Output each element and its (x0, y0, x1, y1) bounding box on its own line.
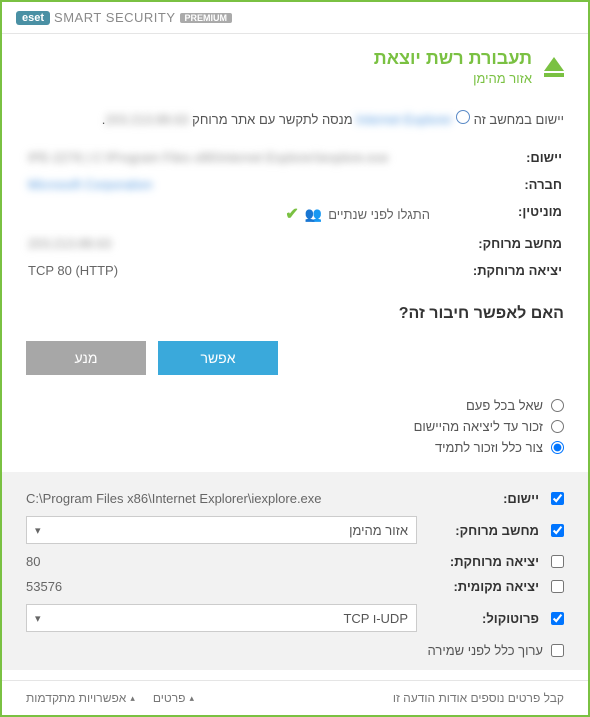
radio-rule-label: צור כלל וזכור לתמיד (435, 440, 543, 455)
radio-remember[interactable]: זכור עד ליציאה מהיישום (26, 416, 564, 437)
label-remote: מחשב מרוחק: (432, 231, 562, 256)
row-reputation: מוניטין: ✔ 👥 התגלו לפני שנתיים (28, 199, 562, 229)
adv-label-lport: יציאה מקומית: (429, 579, 539, 594)
check-icon: ✔ (285, 204, 298, 224)
adv-label-remote: מחשב מרוחק: (429, 523, 539, 538)
brand-smart: SMART (54, 10, 102, 25)
brand-logo: eset SMART SECURITY PREMIUM (16, 10, 232, 25)
radio-rule-input[interactable] (551, 441, 564, 454)
radio-ask-input[interactable] (551, 399, 564, 412)
value-port: TCP 80 (HTTP) (28, 258, 430, 283)
advanced-panel: יישום: C:\Program Files x86\Internet Exp… (2, 472, 588, 670)
info-table: יישום: IPE-2276 | C:\Program Files x86\I… (26, 143, 564, 285)
adv-label-app: יישום: (429, 491, 539, 506)
footer-more-info[interactable]: קבל פרטים נוספים אודות הודעה זו (393, 691, 564, 705)
brand-premium: PREMIUM (180, 13, 233, 23)
adv-row-remote: מחשב מרוחק: ▾ אזור מהימן (26, 511, 564, 549)
row-app: יישום: IPE-2276 | C:\Program Files x86\I… (28, 145, 562, 170)
brand-eset: eset (16, 11, 50, 25)
deny-button[interactable]: מנע (26, 341, 146, 375)
adv-select-remote[interactable]: ▾ אזור מהימן (26, 516, 417, 544)
label-reputation: מוניטין: (432, 199, 562, 229)
chevron-down-icon: ▾ (35, 524, 41, 537)
radio-remember-label: זכור עד ליציאה מהיישום (414, 419, 543, 434)
radio-remember-input[interactable] (551, 420, 564, 433)
value-app: IPE-2276 | C:\Program Files x86\Internet… (28, 150, 388, 165)
globe-icon (456, 110, 470, 124)
radio-group: שאל בכל פעם זכור עד ליציאה מהיישום צור כ… (26, 395, 564, 458)
adv-value-lport: 53576 (26, 579, 417, 594)
footer-details[interactable]: ▴ פרטים (153, 691, 194, 705)
value-remote: 203.213.88.63 (28, 236, 111, 251)
caret-up-icon: ▴ (130, 693, 135, 704)
adv-check-proto[interactable] (551, 612, 564, 625)
row-port: יציאה מרוחקת: TCP 80 (HTTP) (28, 258, 562, 283)
outbound-arrow-icon (544, 57, 564, 77)
adv-label-proto: פרוטוקול: (429, 611, 539, 626)
adv-row-rport: יציאה מרוחקת: 80 (26, 549, 564, 574)
adv-row-lport: יציאה מקומית: 53576 (26, 574, 564, 599)
value-reputation: התגלו לפני שנתיים (328, 207, 430, 222)
title-main: תעבורת רשת יוצאת (374, 48, 532, 69)
footer-details-label: פרטים (153, 691, 186, 705)
adv-label-review: ערוך כלל לפני שמירה (428, 643, 543, 658)
adv-select-proto[interactable]: ▾ TCP ו-UDP (26, 604, 417, 632)
label-app: יישום: (432, 145, 562, 170)
radio-ask[interactable]: שאל בכל פעם (26, 395, 564, 416)
adv-check-remote[interactable] (551, 524, 564, 537)
row-remote: מחשב מרוחק: 203.213.88.63 (28, 231, 562, 256)
title-section: תעבורת רשת יוצאת אזור מהימן (2, 34, 588, 100)
radio-rule[interactable]: צור כלל וזכור לתמיד (26, 437, 564, 458)
desc-prefix: יישום במחשב זה (474, 112, 564, 127)
label-company: חברה: (432, 172, 562, 197)
adv-check-lport[interactable] (551, 580, 564, 593)
caret-up-icon: ▴ (189, 693, 194, 704)
adv-value-remote: אזור מהימן (349, 523, 408, 538)
description: יישום במחשב זה Internet Explorer מנסה לת… (26, 110, 564, 127)
question-text: האם לאפשר חיבור זה? (26, 305, 564, 323)
footer-advanced-label: אפשרויות מתקדמות (26, 691, 126, 705)
desc-app: Internet Explorer (356, 112, 452, 127)
adv-value-proto: TCP ו-UDP (343, 611, 408, 626)
value-company: Microsoft Corporation (28, 177, 152, 192)
brand-security: SECURITY (106, 10, 176, 25)
adv-row-review: ערוך כלל לפני שמירה (26, 637, 564, 662)
adv-check-review[interactable] (551, 644, 564, 657)
adv-check-app[interactable] (551, 492, 564, 505)
allow-button[interactable]: אפשר (158, 341, 278, 375)
label-port: יציאה מרוחקת: (432, 258, 562, 283)
adv-check-rport[interactable] (551, 555, 564, 568)
desc-addr: 203.213.88.63 (105, 112, 188, 127)
adv-value-app: C:\Program Files x86\Internet Explorer\i… (26, 491, 322, 506)
adv-row-proto: פרוטוקול: ▾ TCP ו-UDP (26, 599, 564, 637)
adv-label-rport: יציאה מרוחקת: (429, 554, 539, 569)
people-icon: 👥 (305, 206, 322, 223)
chevron-down-icon: ▾ (35, 612, 41, 625)
adv-value-rport: 80 (26, 554, 417, 569)
radio-ask-label: שאל בכל פעם (466, 398, 543, 413)
button-row: אפשר מנע (26, 341, 564, 375)
row-company: חברה: Microsoft Corporation (28, 172, 562, 197)
window-header: eset SMART SECURITY PREMIUM (2, 2, 588, 34)
desc-mid: מנסה לתקשר עם אתר מרוחק (192, 112, 352, 127)
footer-advanced[interactable]: ▴ אפשרויות מתקדמות (26, 691, 135, 705)
adv-row-app: יישום: C:\Program Files x86\Internet Exp… (26, 486, 564, 511)
title-sub: אזור מהימן (374, 71, 532, 86)
footer: קבל פרטים נוספים אודות הודעה זו ▴ פרטים … (2, 680, 588, 715)
